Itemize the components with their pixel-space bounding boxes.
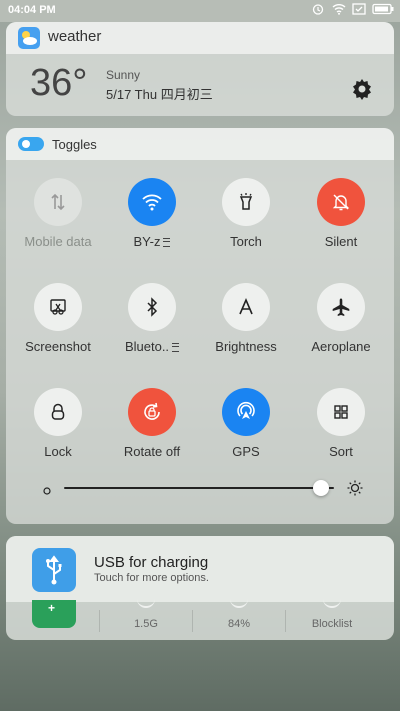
battery-saver-icon [352,3,366,15]
usb-notification[interactable]: USB for charging Touch for more options. [6,536,394,602]
security-shield-icon[interactable]: + [32,600,76,628]
slider-track[interactable] [64,487,334,489]
rotate-lock-icon [128,388,176,436]
tile-torch[interactable]: Torch [199,178,293,268]
tile-label: Lock [44,444,72,459]
toggles-card-header: Toggles [6,128,394,160]
tile-label: Screenshot [25,339,91,354]
status-icons [312,3,394,15]
tile-label: Blueto.. [105,339,199,354]
quick-stats-bar: + 1.5G 84% Blocklist [6,600,394,640]
wifi-icon [332,3,346,15]
tile-label: Sort [329,444,353,459]
tile-lock[interactable]: Lock [11,388,105,478]
stat-blocklist[interactable]: Blocklist [286,602,378,640]
scissors-icon [34,283,82,331]
tile-label: Mobile data [24,234,92,249]
tile-label: Aeroplane [311,339,371,354]
tile-label: Torch [230,234,262,249]
tile-mobile-data[interactable]: Mobile data [11,178,105,268]
toggles-title: Toggles [52,137,97,152]
stat-battery-label: 84% [227,618,251,630]
tile-brightness[interactable]: Brightness [199,283,293,373]
tile-gps[interactable]: GPS [199,388,293,478]
tile-label: Brightness [215,339,277,354]
bell-off-icon [317,178,365,226]
memory-icon [137,596,155,608]
tile-bluetooth[interactable]: Blueto.. [105,283,199,373]
wifi-icon [128,178,176,226]
stat-battery[interactable]: 84% [193,602,285,640]
slider-thumb[interactable] [312,480,329,496]
battery-small-icon [230,596,248,608]
tile-wifi[interactable]: BY-z [105,178,199,268]
tile-label: BY-z [105,234,199,249]
usb-title: USB for charging [94,554,209,571]
menu-list-icon[interactable] [163,238,171,248]
usb-subtitle: Touch for more options. [94,572,209,584]
lock-icon [34,388,82,436]
tile-sort[interactable]: Sort [294,388,388,478]
torch-icon [222,178,270,226]
grid-icon [317,388,365,436]
weather-card[interactable]: weather 36° Sunny 5/17 Thu 四月初三 [6,22,394,116]
tile-label: Rotate off [123,444,181,459]
bluetooth-label: Blueto.. [124,339,170,354]
tile-silent[interactable]: Silent [294,178,388,268]
tile-label: Silent [324,234,358,249]
toggles-card: Toggles Mobile data BY-z Torch Silent Sc… [6,128,394,524]
weather-date: 5/17 Thu 四月初三 [106,87,213,102]
menu-list-icon[interactable] [172,343,180,353]
blocklist-icon [323,596,341,608]
weather-app-title: weather [48,28,102,45]
brightness-low-icon [42,483,52,495]
brightness-high-icon [346,479,364,497]
tile-screenshot[interactable]: Screenshot [11,283,105,373]
tile-label: GPS [232,444,260,459]
weather-condition: Sunny [106,68,141,82]
toggle-switch-icon [18,137,44,151]
bluetooth-icon [128,283,176,331]
gear-icon[interactable] [350,77,374,101]
status-time: 04:04 PM [8,4,56,16]
tile-aeroplane[interactable]: Aeroplane [294,283,388,373]
brightness-slider[interactable] [42,478,364,498]
stat-blocklist-label: Blocklist [311,618,353,630]
mobile-data-icon [34,178,82,226]
auto-brightness-icon [222,283,270,331]
usb-icon [32,548,76,592]
gps-icon [222,388,270,436]
usb-notification-card[interactable]: USB for charging Touch for more options.… [6,536,394,640]
temperature: 36° [30,62,88,104]
battery-icon [372,3,394,15]
alarm-icon [312,3,326,15]
weather-card-header: weather [6,22,394,54]
airplane-icon [317,283,365,331]
status-bar: 04:04 PM [0,0,400,22]
wifi-network-label: BY-z [133,234,161,249]
stat-memory-label: 1.5G [134,618,158,630]
stat-memory[interactable]: 1.5G [100,602,192,640]
tile-rotate[interactable]: Rotate off [105,388,199,478]
weather-cloud-icon [18,27,40,49]
